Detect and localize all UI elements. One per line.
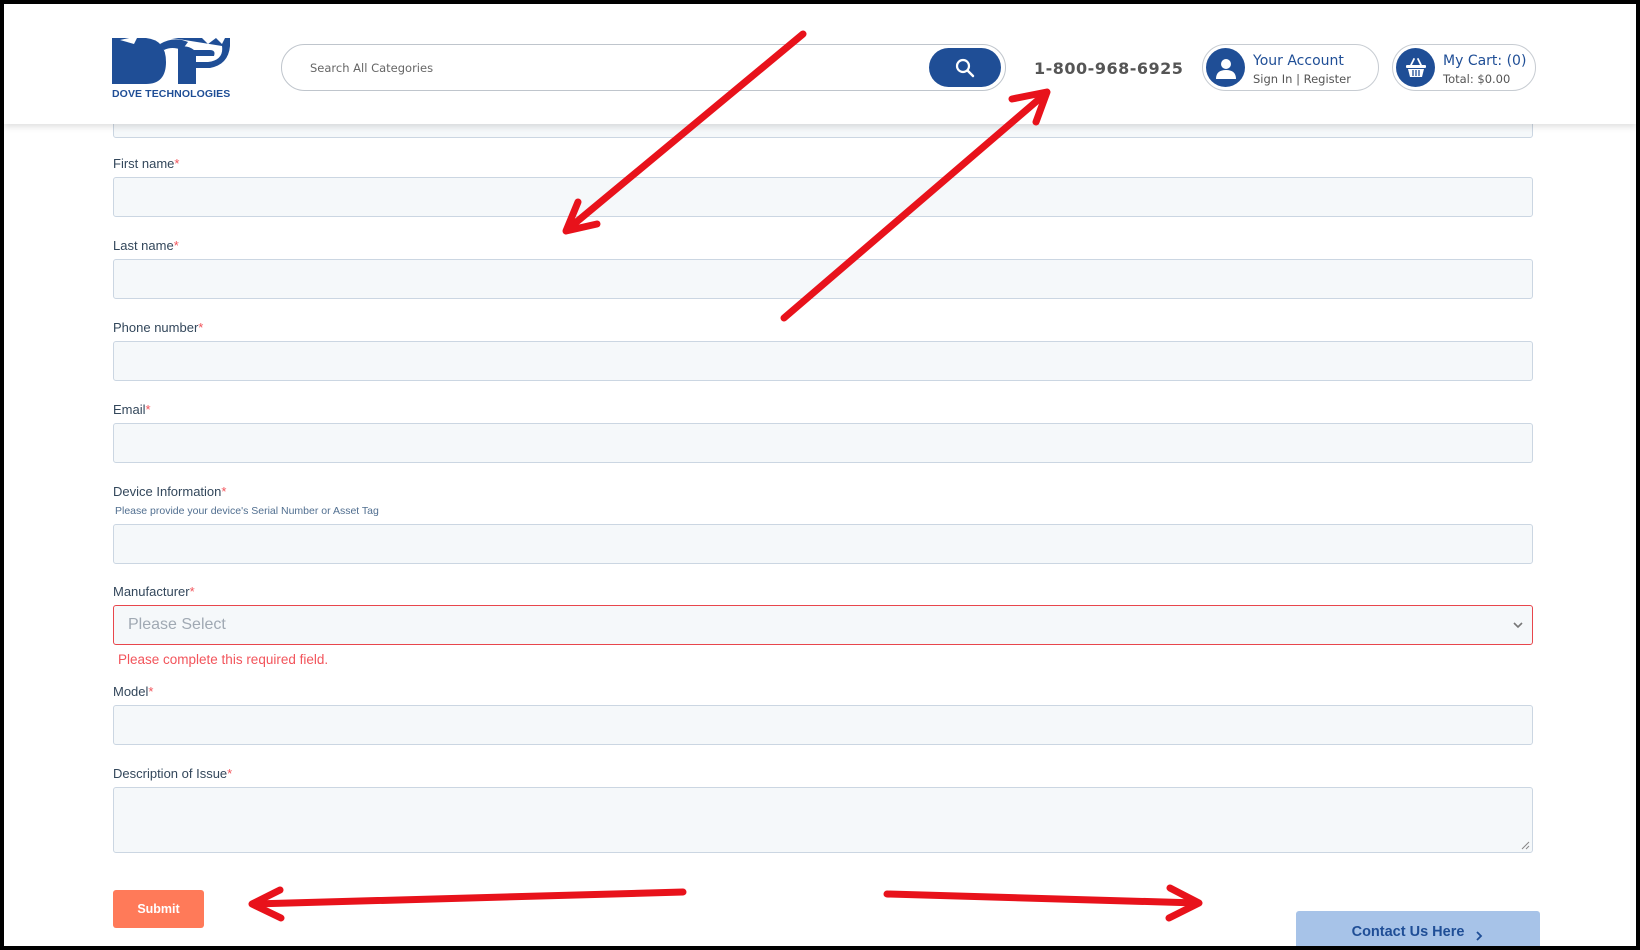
arrow-to-submit-icon xyxy=(248,886,687,922)
manufacturer-label: Manufacturer* xyxy=(113,584,195,599)
last-name-label: Last name* xyxy=(113,238,179,253)
user-icon xyxy=(1206,48,1245,87)
phone-label: Phone number* xyxy=(113,320,204,335)
chevron-down-icon xyxy=(1513,622,1523,629)
phone-number[interactable]: 1-800-968-6925 xyxy=(1034,59,1183,78)
description-textarea[interactable] xyxy=(113,787,1533,853)
account-title: Your Account xyxy=(1253,53,1344,69)
submit-button[interactable]: Submit xyxy=(113,890,204,928)
logo-text: DOVE TECHNOLOGIES xyxy=(112,88,231,100)
basket-icon xyxy=(1396,48,1435,87)
logo[interactable]: DOVE TECHNOLOGIES xyxy=(112,34,236,104)
description-label: Description of Issue* xyxy=(113,766,233,781)
account-sub[interactable]: Sign In | Register xyxy=(1253,72,1351,86)
device-label: Device Information* xyxy=(113,484,227,499)
email-label: Email* xyxy=(113,402,151,417)
search-button[interactable] xyxy=(929,48,1001,87)
last-name-input[interactable] xyxy=(113,259,1533,299)
first-name-input[interactable] xyxy=(113,177,1533,217)
search-bar xyxy=(281,44,1006,91)
email-input[interactable] xyxy=(113,423,1533,463)
search-icon xyxy=(955,58,975,77)
cart-button[interactable]: My Cart: (0) Total: $0.00 xyxy=(1392,44,1536,91)
model-label: Model* xyxy=(113,684,154,699)
cart-title: My Cart: (0) xyxy=(1443,53,1527,69)
dp-logo-icon xyxy=(112,36,231,84)
account-button[interactable]: Your Account Sign In | Register xyxy=(1202,44,1379,91)
search-input[interactable] xyxy=(310,57,890,79)
device-hint: Please provide your device's Serial Numb… xyxy=(115,505,379,517)
contact-us-button[interactable]: Contact Us Here xyxy=(1296,911,1540,950)
cart-total: Total: $0.00 xyxy=(1443,72,1511,86)
manufacturer-selected: Please Select xyxy=(128,616,226,633)
first-name-label: First name* xyxy=(113,156,180,171)
device-input[interactable] xyxy=(113,524,1533,564)
contact-us-label: Contact Us Here xyxy=(1351,924,1465,940)
arrow-to-contact-icon xyxy=(883,884,1203,922)
manufacturer-error: Please complete this required field. xyxy=(118,652,329,667)
manufacturer-select[interactable]: Please Select xyxy=(113,605,1533,645)
phone-input[interactable] xyxy=(113,341,1533,381)
site-header: DOVE TECHNOLOGIES 1-800-968-6925 Your Ac… xyxy=(4,4,1636,124)
model-input[interactable] xyxy=(113,705,1533,745)
chevron-right-icon xyxy=(1476,931,1483,941)
resize-handle-icon[interactable] xyxy=(1521,841,1530,850)
